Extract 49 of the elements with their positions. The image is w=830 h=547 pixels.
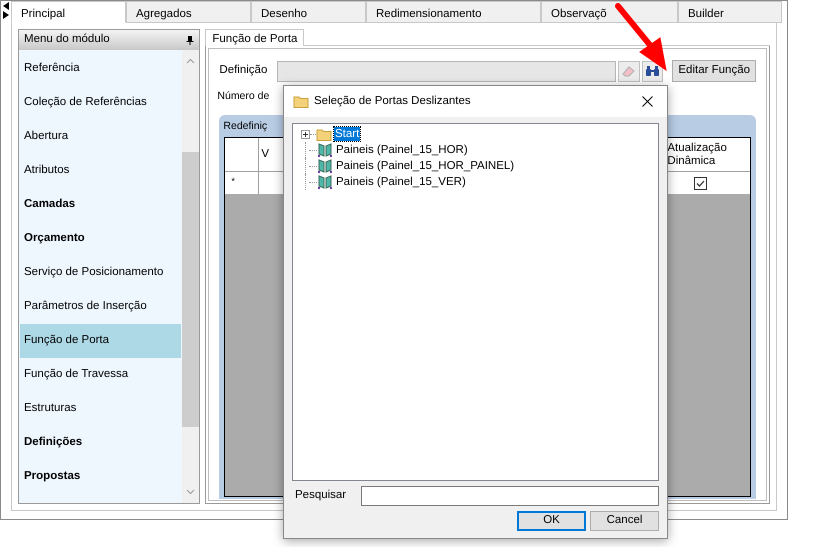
scroll-tabs-icon[interactable] [2, 1, 10, 19]
dialog-button[interactable]: Cancel [590, 511, 659, 531]
number-label: Número de [217, 89, 270, 104]
menu-item[interactable]: Atributos [20, 154, 182, 188]
door-panel-icon [317, 158, 333, 174]
scrollbar-thumb[interactable] [182, 152, 200, 427]
definition-label: Definição [219, 63, 268, 78]
group-title: Redefiniç [222, 119, 268, 134]
menu-item[interactable]: Serviço de Posicionamento [20, 256, 182, 290]
eraser-icon [622, 65, 636, 77]
tab[interactable]: Principal [11, 1, 126, 23]
search-label: Pesquisar [294, 488, 348, 504]
door-panel-icon [317, 174, 333, 190]
definition-field[interactable] [277, 60, 616, 82]
tree-node[interactable]: Start [334, 127, 360, 141]
dialog-button[interactable]: OK [517, 511, 586, 531]
folder-icon [316, 128, 332, 140]
menu-item[interactable]: Camadas [20, 188, 182, 222]
sub-tab[interactable]: Função de Porta [205, 29, 304, 46]
menu-item[interactable]: Abertura [20, 120, 182, 154]
folder-icon [293, 95, 309, 108]
tree-node[interactable]: Paineis (Painel_15_VER) [335, 175, 467, 189]
edit-function-button[interactable]: Editar Função [672, 60, 756, 82]
tab[interactable]: Builder [678, 1, 782, 23]
close-icon [642, 96, 652, 107]
tab[interactable]: Redimensionamento [366, 1, 541, 23]
door-panel-icon [317, 142, 333, 158]
menu-title: Menu do módulo [24, 32, 110, 48]
binoculars-icon [645, 65, 660, 77]
dialog-title: Seleção de Portas Deslizantes [314, 94, 472, 109]
menu-item[interactable]: Coleção de Referências [20, 86, 182, 120]
menu-item[interactable]: Referência [20, 52, 182, 86]
tree-node[interactable]: Paineis (Painel_15_HOR) [335, 143, 469, 157]
scrollbar[interactable] [182, 50, 200, 503]
search-field[interactable] [361, 486, 659, 506]
menu-item[interactable]: Definições [20, 426, 182, 460]
tab[interactable]: Desenho [251, 1, 366, 23]
expand-toggle[interactable] [301, 130, 310, 138]
tab[interactable]: Agregados [126, 1, 251, 23]
menu-item[interactable]: Estruturas [20, 392, 182, 426]
menu-item[interactable]: Parâmetros de Inserção [20, 290, 182, 324]
menu-item[interactable]: Orçamento [20, 222, 182, 256]
tab[interactable]: Observaçõ [541, 1, 678, 23]
checkbox[interactable] [694, 176, 708, 190]
tree-node[interactable]: Paineis (Painel_15_HOR_PAINEL) [335, 159, 516, 173]
menu-item[interactable]: Função de Porta [20, 324, 182, 358]
pin-icon[interactable] [186, 34, 194, 46]
menu-item[interactable]: Propostas [20, 460, 182, 494]
menu-item[interactable]: Função de Travessa [20, 358, 182, 392]
